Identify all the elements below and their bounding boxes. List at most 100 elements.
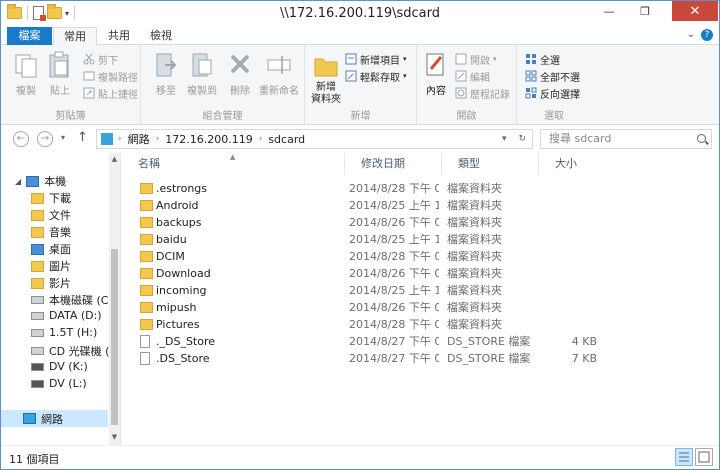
copy-to-button[interactable]: 複製到 [187,51,217,97]
column-header-modified[interactable]: 修改日期 [345,153,442,175]
nav-item-drive-k[interactable]: DV (K:) [31,360,88,373]
file-modified: 2014/8/28 下午 0... [349,250,439,263]
file-name: mipush [156,301,197,314]
file-row[interactable]: ._DS_Store 2014/8/27 下午 0... DS_STORE 檔案 4 … [122,333,719,350]
nav-item-pictures[interactable]: 圖片 [31,258,71,274]
up-button[interactable]: ↑ [77,130,88,145]
file-row[interactable]: .estrongs 2014/8/28 下午 0... 檔案資料夾 [122,180,719,197]
help-icon[interactable]: ? [701,29,713,41]
easy-access-button[interactable]: 輕鬆存取 ▾ [345,68,407,84]
file-type: 檔案資料夾 [447,318,502,331]
copy-path-button[interactable]: 複製路徑 [83,68,138,84]
nav-item-music[interactable]: 音樂 [31,224,71,240]
search-input[interactable]: 搜尋 sdcard [540,129,712,149]
file-row[interactable]: Android 2014/8/25 上午 1... 檔案資料夾 [122,197,719,214]
edit-button[interactable]: 編輯 [455,68,490,84]
tab-view[interactable]: 檢視 [141,27,181,46]
copy-button[interactable]: 複製 [13,51,39,97]
close-button[interactable]: ✕ [672,1,718,21]
open-button[interactable]: 開啟 ▾ [455,51,497,67]
nav-item-drive-c[interactable]: 本機磁碟 (C:) [31,292,116,308]
folder-icon [140,200,153,211]
scroll-thumb[interactable] [111,249,118,425]
invert-selection-label: 反向選擇 [540,89,580,101]
move-to-button[interactable]: 移至 [153,51,179,97]
details-view-button[interactable] [675,448,693,466]
cut-button[interactable]: 剪下 [83,51,118,67]
chevron-down-icon[interactable]: ⌄ [687,29,695,41]
file-row[interactable]: mipush 2014/8/26 下午 0... 檔案資料夾 [122,299,719,316]
file-row[interactable]: .DS_Store 2014/8/27 下午 0... DS_STORE 檔案 7 K… [122,350,719,367]
column-header-type[interactable]: 類型 [442,153,539,175]
file-modified: 2014/8/26 下午 0... [349,216,439,229]
tab-share[interactable]: 共用 [99,27,139,46]
breadcrumb-host[interactable]: 172.16.200.119 [165,133,252,146]
breadcrumb-sdcard[interactable]: sdcard [268,133,305,146]
invert-selection-button[interactable]: 反向選擇 [525,85,580,101]
scroll-down-arrow[interactable]: ▼ [109,433,120,441]
nav-item-documents[interactable]: 文件 [31,207,71,223]
folder-icon [140,234,153,245]
nav-scrollbar[interactable]: ▲ ▼ [109,153,120,445]
column-header-size[interactable]: 大小 [539,153,601,175]
nav-item-videos[interactable]: 影片 [31,275,71,291]
copy-path-icon [83,70,95,82]
navigation-bar: ← → ▾ ↑ › 網路 › 172.16.200.119 › sdcard ▾… [1,125,719,153]
folder-icon [140,251,153,262]
file-row[interactable]: Pictures 2014/8/28 下午 0... 檔案資料夾 [122,316,719,333]
search-icon[interactable] [697,134,706,143]
nav-item-drive-l[interactable]: DV (L:) [31,377,87,390]
refresh-icon[interactable]: ↻ [518,134,526,144]
minimize-button[interactable]: — [595,1,623,21]
file-row[interactable]: baidu 2014/8/25 上午 1... 檔案資料夾 [122,231,719,248]
nav-item-downloads[interactable]: 下載 [31,190,71,206]
large-icons-view-button[interactable] [695,448,713,466]
tab-home[interactable]: 常用 [53,27,97,46]
rename-button[interactable]: 重新命名 [259,51,299,97]
paste-shortcut-button[interactable]: 貼上捷徑 [83,85,138,101]
scroll-up-arrow[interactable]: ▲ [109,155,120,163]
chevron-down-icon[interactable]: ▾ [502,134,507,144]
chevron-right-icon[interactable]: › [118,134,122,144]
address-bar[interactable]: › 網路 › 172.16.200.119 › sdcard ▾ ↻ [96,129,533,149]
file-modified: 2014/8/26 下午 0... [349,301,439,314]
nav-item-network[interactable]: 網路 [1,410,108,427]
recent-locations-button[interactable]: ▾ [61,133,65,142]
nav-item-drive-h[interactable]: 1.5T (H:) [31,326,97,339]
maximize-button[interactable]: ❐ [631,1,659,21]
file-type: DS_STORE 檔案 [447,335,531,348]
delete-button[interactable]: 刪除 [227,51,253,97]
file-row[interactable]: incoming 2014/8/25 上午 1... 檔案資料夾 [122,282,719,299]
select-none-button[interactable]: 全部不選 [525,68,580,84]
forward-button[interactable]: → [37,131,53,147]
nav-item-this-pc[interactable]: ◢ 本機 [15,173,66,189]
properties-button[interactable]: 內容 [423,51,449,97]
chevron-right-icon[interactable]: › [156,134,160,144]
new-item-button[interactable]: 新增項目 ▾ [345,51,407,67]
file-row[interactable]: backups 2014/8/26 下午 0... 檔案資料夾 [122,214,719,231]
nav-item-desktop[interactable]: 桌面 [31,241,71,257]
tab-file[interactable]: 檔案 [7,27,52,45]
file-modified: 2014/8/25 上午 1... [349,199,439,212]
file-modified: 2014/8/28 下午 0... [349,318,439,331]
copy-to-label: 複製到 [187,86,217,97]
nav-item-drive-j[interactable]: CD 光碟機 (J:) [31,343,121,359]
history-button[interactable]: 歷程記錄 [455,85,510,101]
new-folder-button[interactable]: 新增 資料夾 [311,51,341,106]
select-all-button[interactable]: 全選 [525,51,560,67]
new-folder-icon [313,51,339,79]
file-name: baidu [156,233,187,246]
back-button[interactable]: ← [13,131,29,147]
breadcrumb-network[interactable]: 網路 [128,131,150,147]
file-list: 名稱 ▲ 修改日期 類型 大小 .estrongs2014/8/28 下午 0.… [122,153,719,445]
folder-icon [140,319,153,330]
file-name: .estrongs [156,182,208,195]
file-row[interactable]: DCIM 2014/8/28 下午 0... 檔案資料夾 [122,248,719,265]
chevron-down-icon[interactable]: ◢ [15,177,21,186]
paste-button[interactable]: 貼上 [47,51,73,97]
select-all-label: 全選 [540,55,560,67]
nav-item-drive-d[interactable]: DATA (D:) [31,309,102,322]
file-row[interactable]: Download 2014/8/26 下午 0... 檔案資料夾 [122,265,719,282]
organize-group: 移至 複製到 刪除 重新命名 組合管理 [141,45,305,125]
chevron-right-icon[interactable]: › [259,134,263,144]
